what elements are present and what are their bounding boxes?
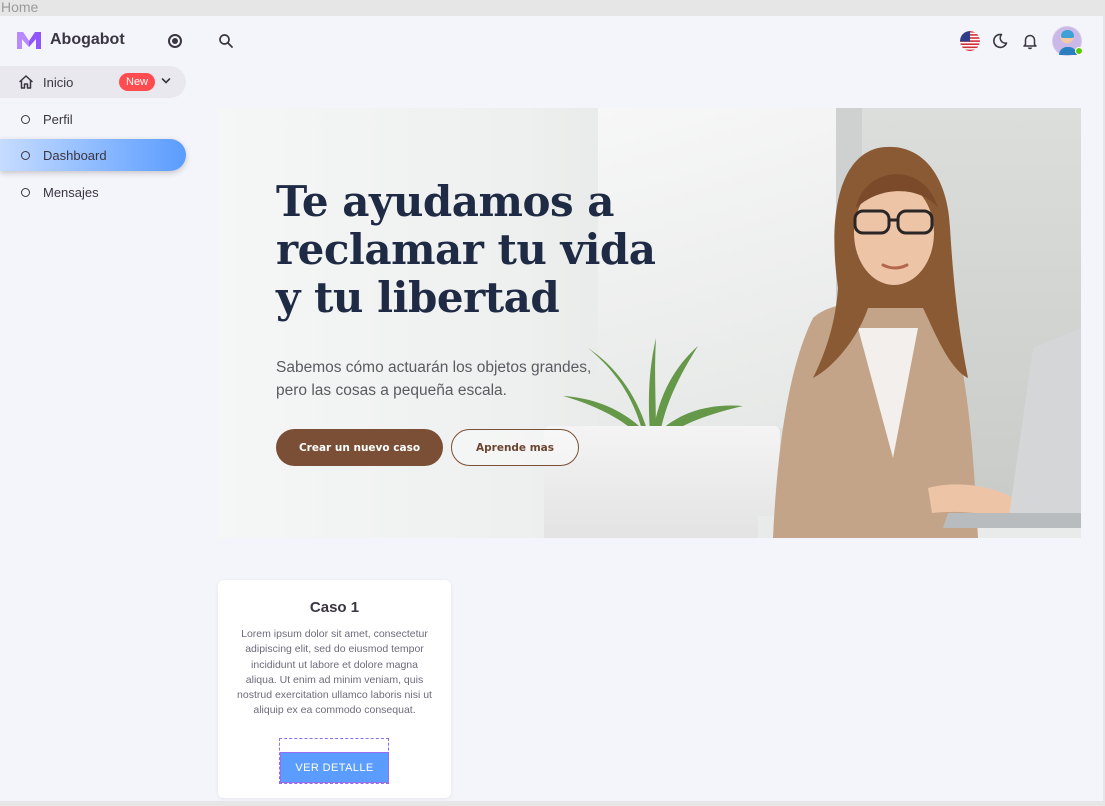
radio-dot-icon	[172, 38, 178, 44]
new-badge: New	[119, 73, 156, 91]
avatar-hair	[1061, 30, 1074, 38]
brand-name: Abogabot	[50, 31, 125, 48]
circle-icon	[21, 187, 30, 197]
home-icon	[19, 75, 33, 89]
moon-icon[interactable]	[991, 32, 1009, 50]
view-detail-button[interactable]: VER DETALLE	[280, 752, 389, 783]
hero-title: Te ayudamos a reclamar tu vida y tu libe…	[276, 177, 656, 322]
sidebar-item-label: Dashboard	[43, 147, 107, 163]
sidebar-item-label: Perfil	[43, 111, 73, 127]
brand[interactable]: Abogabot	[16, 30, 125, 50]
create-case-button[interactable]: Crear un nuevo caso	[276, 429, 443, 466]
window-title: Home	[0, 0, 1105, 16]
topbar-actions	[960, 26, 1083, 56]
sidebar-item-perfil[interactable]: Perfil	[0, 103, 186, 135]
sidebar: Abogabot Inicio New Perfil Dashboard Men…	[0, 16, 200, 801]
case-card: Caso 1 Lorem ipsum dolor sit amet, conse…	[218, 580, 451, 798]
abogabot-logo-icon	[17, 32, 41, 49]
circle-icon	[21, 150, 30, 160]
bell-icon[interactable]	[1021, 32, 1039, 50]
avatar[interactable]	[1052, 26, 1083, 56]
case-description: Lorem ipsum dolor sit amet, consectetur …	[237, 628, 432, 717]
sidebar-item-inicio[interactable]: Inicio New	[0, 66, 186, 98]
sidebar-item-dashboard[interactable]: Dashboard	[0, 139, 186, 171]
window-bottom-edge	[0, 801, 1105, 806]
sidebar-item-label: Mensajes	[43, 184, 99, 200]
chevron-down-icon[interactable]	[161, 76, 171, 86]
hero-banner: Te ayudamos a reclamar tu vida y tu libe…	[218, 108, 1081, 538]
circle-icon	[21, 114, 30, 124]
online-status-dot	[1075, 47, 1083, 55]
sidebar-item-label: Inicio	[43, 74, 74, 90]
learn-more-button[interactable]: Aprende mas	[451, 429, 579, 466]
case-title: Caso 1	[309, 599, 360, 616]
us-flag-icon[interactable]	[960, 31, 980, 51]
sidebar-item-mensajes[interactable]: Mensajes	[0, 176, 186, 208]
hero-subtitle: Sabemos cómo actuarán los objetos grande…	[276, 359, 592, 399]
search-icon[interactable]	[218, 33, 234, 49]
laptop-image	[943, 328, 1081, 528]
sidebar-collapse-toggle[interactable]	[168, 34, 182, 48]
